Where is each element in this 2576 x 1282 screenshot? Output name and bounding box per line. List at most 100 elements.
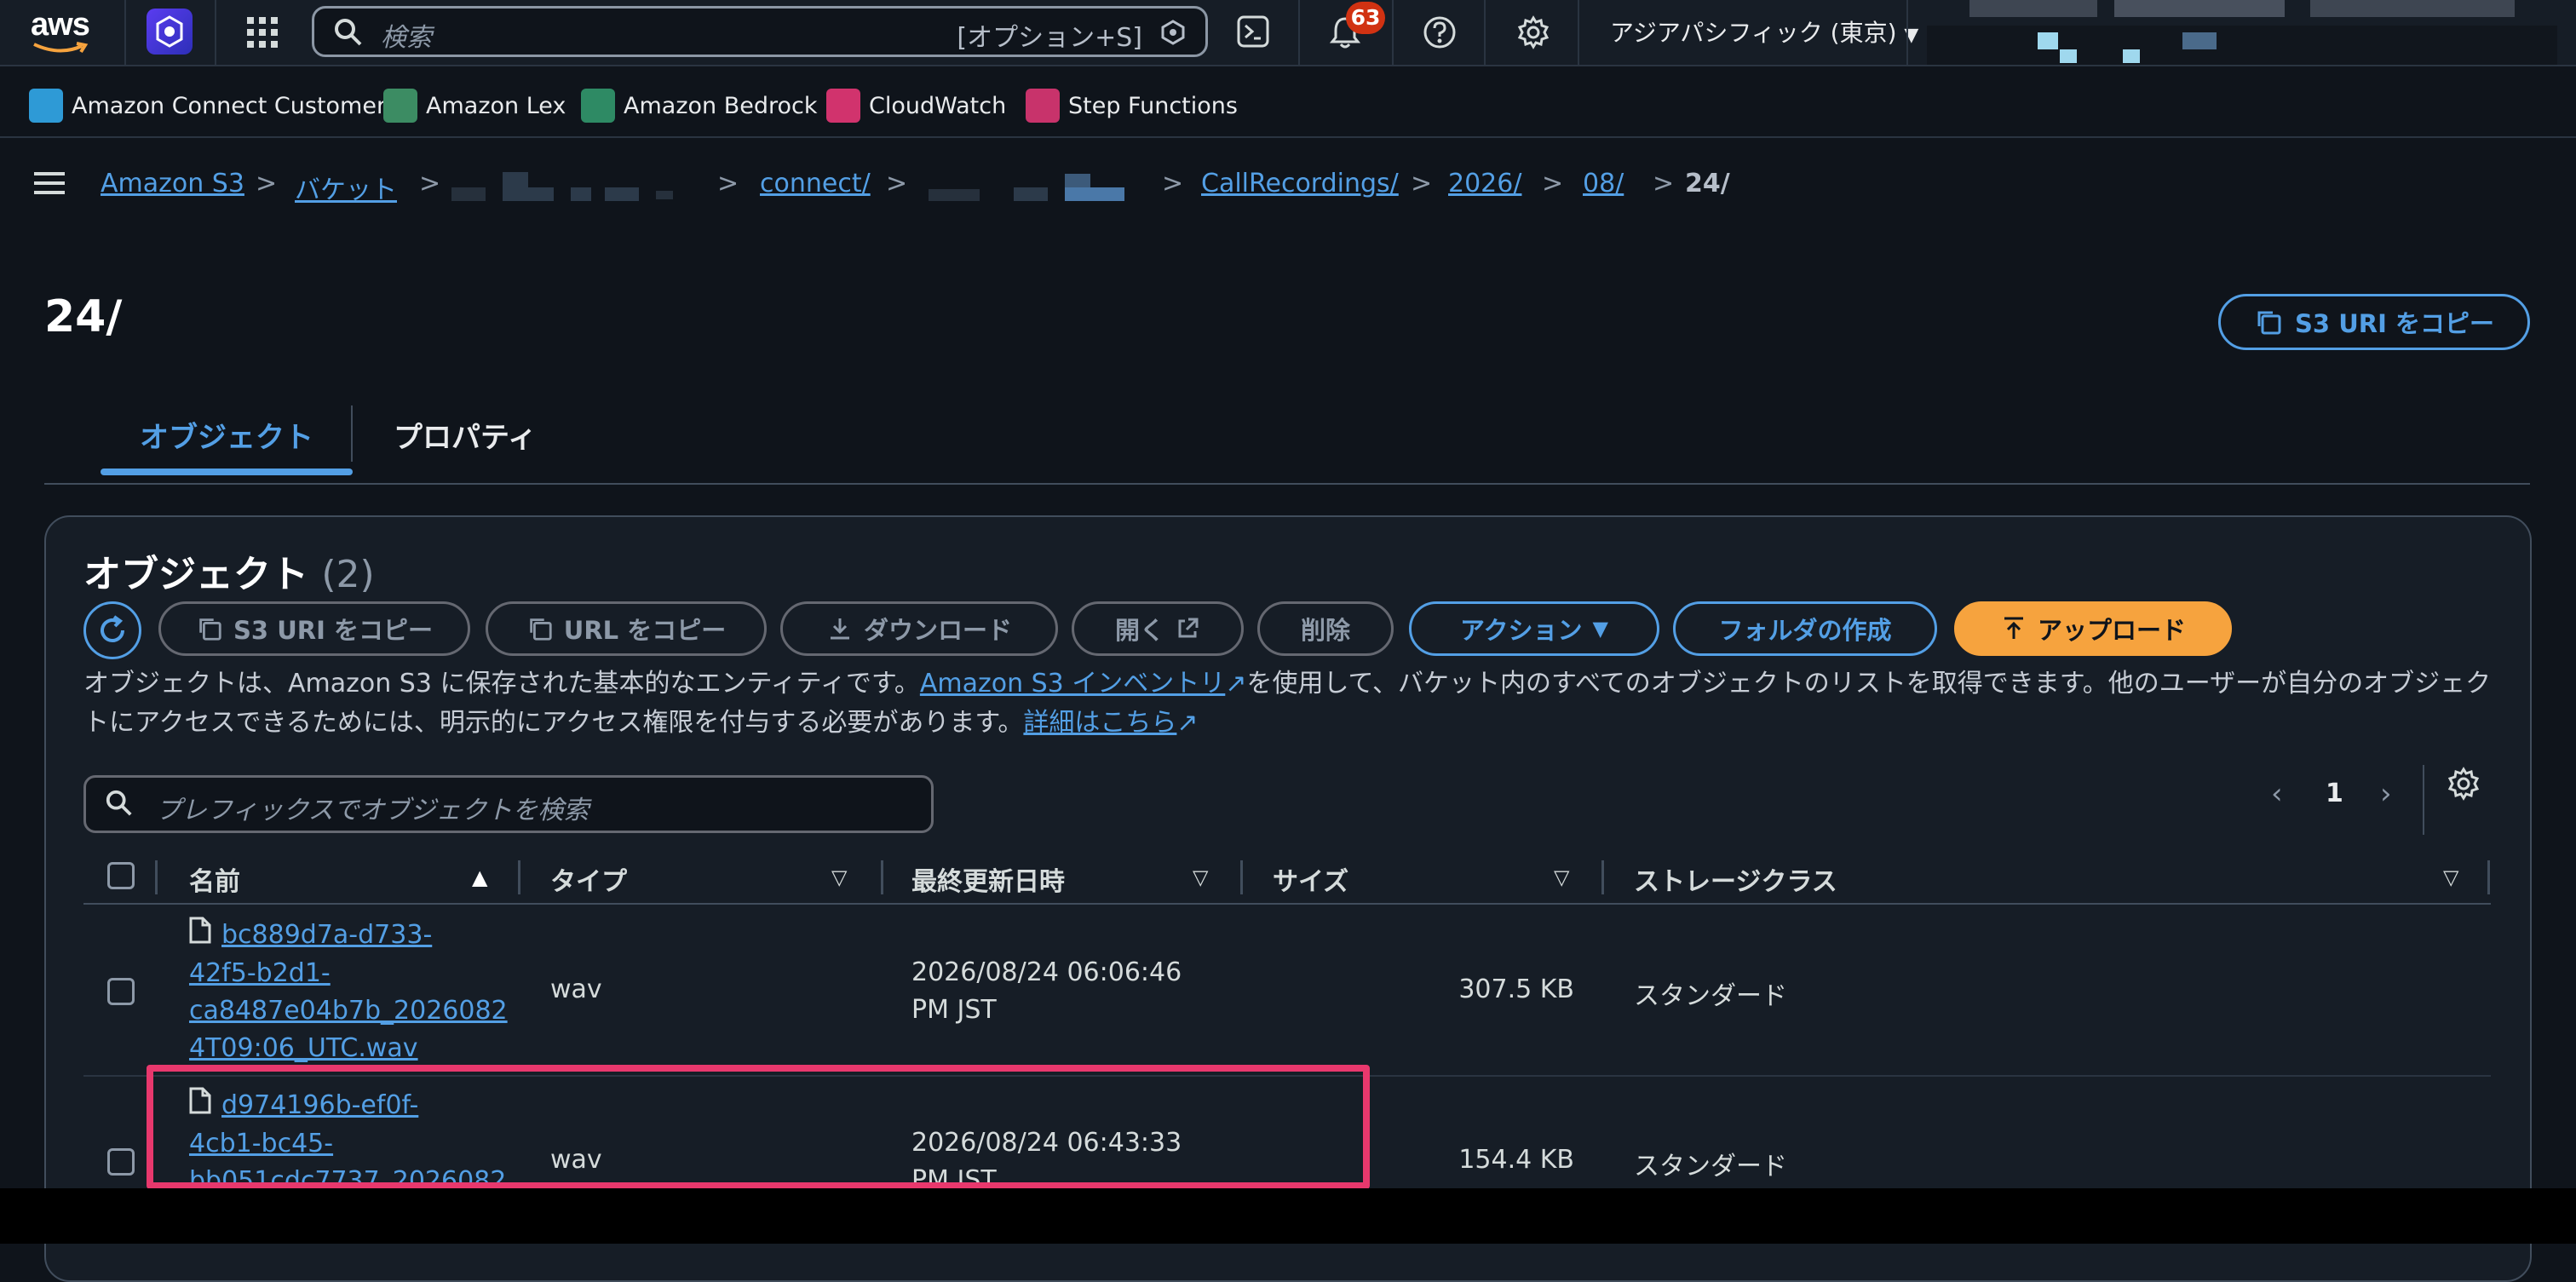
tab-properties[interactable]: プロパティ — [394, 414, 537, 456]
favorite-amazon-bedrock[interactable]: Amazon Bedrock — [581, 89, 817, 123]
copy-icon — [199, 618, 221, 641]
copy-s3-uri-label: S3 URI をコピー — [2295, 309, 2494, 338]
select-all-checkbox[interactable] — [107, 862, 135, 889]
settings-gear-icon[interactable] — [1516, 15, 1550, 53]
chevron-right-icon: > — [1411, 169, 1433, 198]
sort-icon[interactable]: ▽ — [2443, 865, 2458, 889]
open-button[interactable]: 開く — [1072, 601, 1244, 656]
refresh-button[interactable] — [83, 601, 141, 659]
breadcrumb-year[interactable]: 2026/ — [1448, 169, 1521, 198]
pager-divider — [2423, 765, 2424, 835]
column-header-name[interactable]: 名前 — [189, 860, 240, 898]
modified-date: 2026/08/24 06:06:46 — [911, 957, 1182, 987]
chevron-right-icon: > — [1542, 169, 1564, 198]
favorites-divider — [0, 136, 2576, 138]
upload-icon — [2004, 617, 2023, 639]
account-menu[interactable] — [1927, 0, 2557, 65]
global-search-input[interactable]: 検索 [オプション+S] — [312, 6, 1208, 57]
create-folder-button[interactable]: フォルダの作成 — [1673, 601, 1937, 656]
previous-page-icon[interactable]: ‹ — [2271, 777, 2283, 811]
actions-dropdown-button[interactable]: アクション ▼ — [1409, 601, 1659, 656]
nav-divider — [1298, 0, 1300, 65]
s3-inventory-link[interactable]: Amazon S3 インベントリ — [920, 669, 1225, 698]
learn-more-link[interactable]: 詳細はこちら — [1023, 708, 1176, 738]
external-link-icon — [1178, 618, 1199, 638]
object-name-link[interactable]: 42f5-b2d1- — [189, 958, 331, 988]
breadcrumb-callrecordings[interactable]: CallRecordings/ — [1201, 169, 1399, 198]
upload-label: アップロード — [2037, 616, 2186, 645]
aws-smile-icon — [33, 42, 89, 54]
prefix-search-input[interactable]: プレフィックスでオブジェクトを検索 — [83, 775, 934, 833]
favorite-step-functions[interactable]: Step Functions — [1026, 89, 1238, 123]
sort-icon[interactable]: ▽ — [1554, 865, 1569, 889]
favorite-label: Amazon Connect Customer — [72, 92, 387, 119]
table-preferences-gear-icon[interactable] — [2447, 767, 2481, 804]
sort-ascending-icon[interactable]: ▲ — [472, 865, 487, 889]
favorite-label: Step Functions — [1068, 92, 1238, 119]
copy-url-button[interactable]: URL をコピー — [486, 601, 767, 656]
favorite-label: Amazon Lex — [426, 92, 566, 119]
upload-button[interactable]: アップロード — [1954, 601, 2232, 656]
copy-icon — [2257, 311, 2281, 335]
tab-objects[interactable]: オブジェクト — [101, 414, 353, 456]
copy-s3-uri-header-button[interactable]: S3 URI をコピー — [2218, 294, 2530, 350]
delete-button[interactable]: 削除 — [1257, 601, 1394, 656]
aws-logo[interactable]: aws — [29, 7, 90, 58]
assistant-icon — [1161, 20, 1185, 45]
object-storage-class: スタンダード — [1634, 1152, 1787, 1181]
object-storage-class: スタンダード — [1634, 981, 1787, 1011]
breadcrumb-bucket-name-redacted[interactable] — [451, 169, 707, 204]
column-divider — [1601, 860, 1604, 894]
copy-icon — [530, 618, 552, 641]
favorite-label: Amazon Bedrock — [624, 92, 818, 119]
column-header-type[interactable]: タイプ — [550, 860, 627, 898]
search-icon — [335, 19, 362, 46]
row-checkbox[interactable] — [107, 978, 135, 1005]
nav-divider — [215, 0, 216, 65]
favorite-label: CloudWatch — [869, 92, 1007, 119]
search-shortcut: [オプション+S] — [957, 23, 1142, 53]
column-divider — [1240, 860, 1243, 894]
favorite-cloudwatch[interactable]: CloudWatch — [826, 89, 1006, 123]
favorite-amazon-lex[interactable]: Amazon Lex — [383, 89, 566, 123]
amazon-lex-icon — [383, 89, 417, 123]
object-name-cell: bc889d7a-d733- 42f5-b2d1- ca8487e04b7b_2… — [189, 917, 513, 1067]
sort-icon[interactable]: ▽ — [1193, 865, 1208, 889]
menu-hamburger-icon[interactable] — [34, 170, 65, 199]
column-header-last-modified[interactable]: 最終更新日時 — [911, 860, 1065, 898]
current-page-number[interactable]: 1 — [2326, 779, 2343, 808]
cloudshell-icon[interactable] — [1237, 15, 1269, 51]
column-divider — [2487, 860, 2490, 894]
actions-label: アクション — [1459, 616, 1583, 645]
object-name-link[interactable]: 4T09:06_UTC.wav — [189, 1033, 418, 1063]
object-last-modified: 2026/08/24 06:06:46 PM JST — [911, 954, 1218, 1029]
apps-grid-icon[interactable] — [247, 17, 278, 51]
next-page-icon[interactable]: › — [2380, 777, 2392, 811]
chevron-right-icon: > — [1653, 169, 1675, 198]
file-icon — [189, 917, 211, 955]
column-header-size[interactable]: サイズ — [1273, 860, 1348, 898]
region-selector[interactable]: アジアパシフィック (東京) ▼ — [1610, 14, 1918, 49]
object-name-link[interactable]: bc889d7a-d733- — [221, 920, 432, 950]
breadcrumb-month[interactable]: 08/ — [1583, 169, 1624, 198]
breadcrumb-instance-redacted[interactable] — [929, 169, 1141, 204]
tab-divider — [351, 405, 353, 462]
favorite-amazon-connect[interactable]: Amazon Connect Customer — [29, 89, 386, 123]
nav-divider — [1578, 0, 1579, 65]
object-name-link[interactable]: ca8487e04b7b_2026082 — [189, 996, 508, 1026]
chevron-right-icon: > — [717, 169, 739, 198]
sort-icon[interactable]: ▽ — [831, 865, 847, 889]
search-placeholder: 検索 — [381, 23, 432, 53]
breadcrumb-buckets[interactable]: バケット — [295, 169, 397, 206]
column-header-storage-class[interactable]: ストレージクラス — [1634, 860, 1837, 898]
breadcrumb-amazon-s3[interactable]: Amazon S3 — [101, 169, 244, 198]
breadcrumb-connect[interactable]: connect/ — [760, 169, 871, 198]
create-folder-label: フォルダの作成 — [1718, 616, 1892, 645]
objects-description: オブジェクトは、Amazon S3 に保存された基本的なエンティティです。Ama… — [83, 664, 2494, 743]
download-button[interactable]: ダウンロード — [780, 601, 1058, 656]
row-checkbox[interactable] — [107, 1148, 135, 1176]
nav-divider — [1484, 0, 1486, 65]
copy-s3-uri-button[interactable]: S3 URI をコピー — [158, 601, 470, 656]
help-icon[interactable] — [1423, 15, 1457, 53]
extension-icon[interactable] — [147, 9, 193, 55]
